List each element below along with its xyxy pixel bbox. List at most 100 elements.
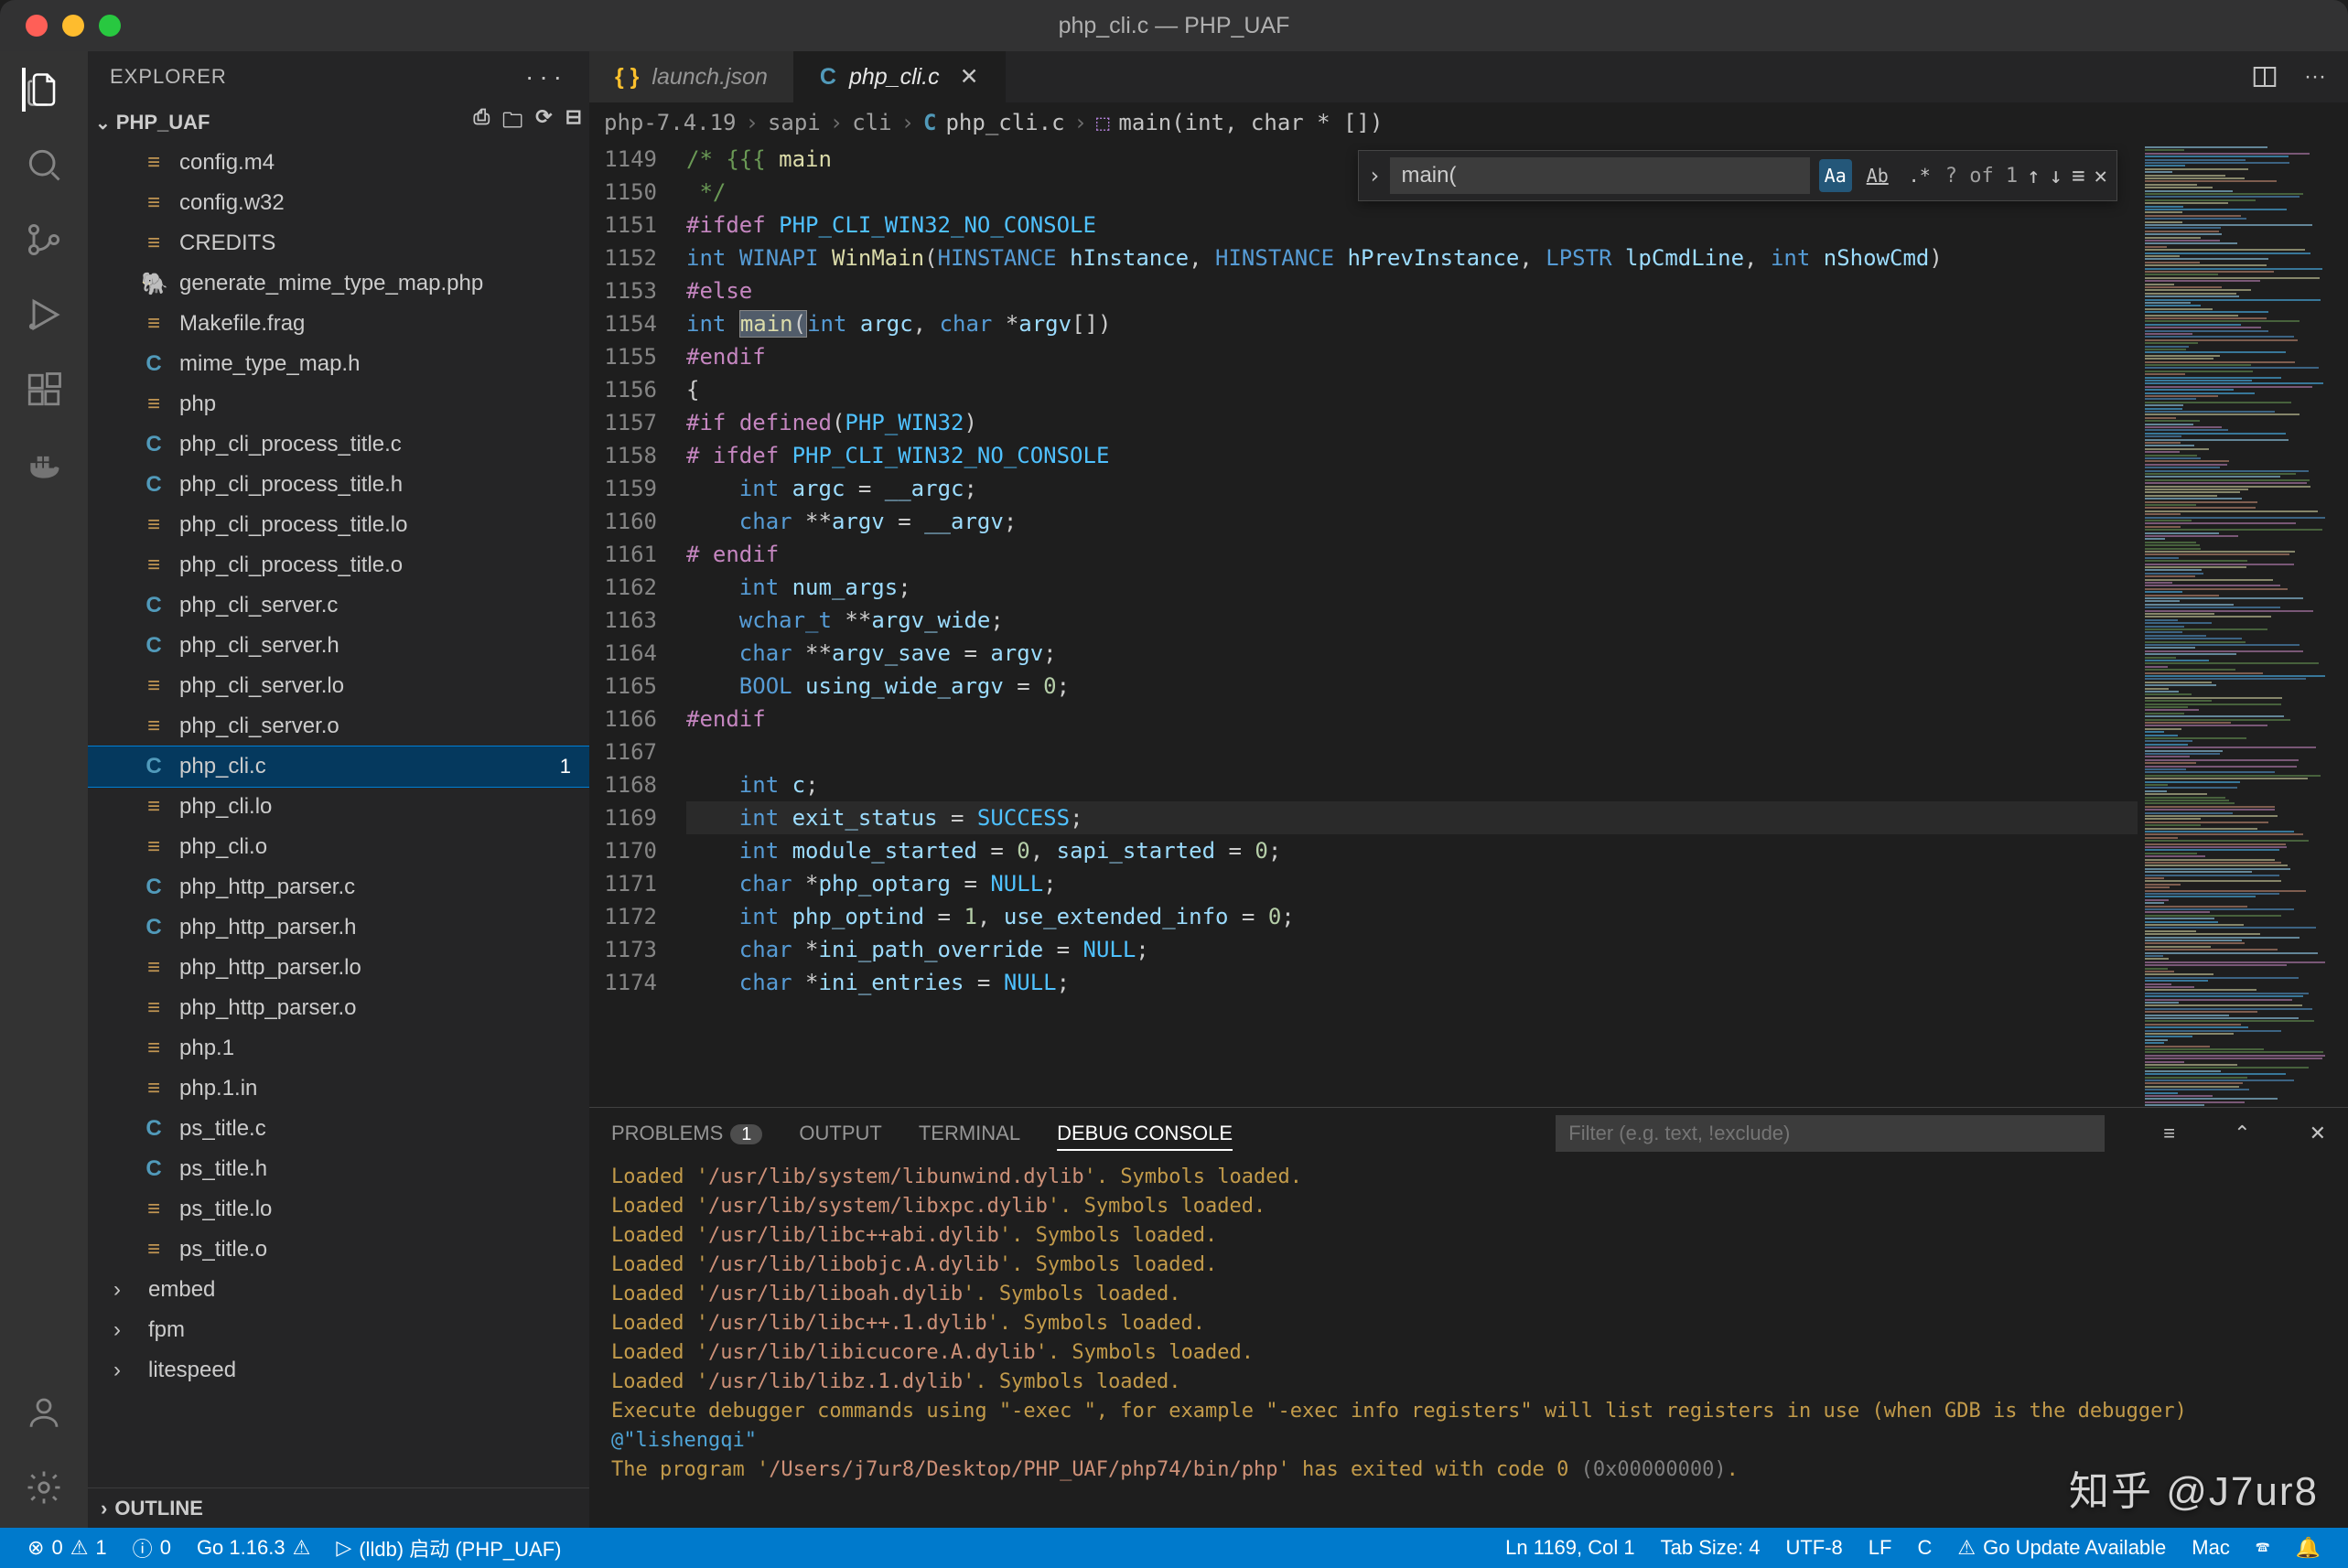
status-go[interactable]: Go 1.16.3⚠ (184, 1536, 323, 1560)
file-item[interactable]: ≡php_cli.o (88, 827, 589, 867)
status-debug-target[interactable]: ▷ (lldb) 启动 (PHP_UAF) (323, 1533, 574, 1563)
tab-debug-console[interactable]: DEBUG CONSOLE (1057, 1122, 1233, 1145)
close-window-button[interactable] (26, 15, 48, 37)
status-go-update[interactable]: ⚠ Go Update Available (1944, 1536, 2179, 1560)
find-expand-icon[interactable]: › (1368, 163, 1381, 188)
tab-more-icon[interactable]: ··· (2304, 64, 2326, 90)
breadcrumbs[interactable]: php-7.4.19› sapi› cli› C php_cli.c› ⬚ ma… (589, 102, 2348, 143)
collapse-icon[interactable]: ⊟ (565, 105, 582, 140)
crumb-file[interactable]: php_cli.c (945, 110, 1064, 135)
tab-file-icon: C (820, 64, 836, 91)
file-item[interactable]: ≡php_cli.lo (88, 787, 589, 827)
chevron-right-icon: › (113, 1358, 135, 1383)
accounts-icon[interactable] (22, 1391, 66, 1434)
settings-gear-icon[interactable] (22, 1466, 66, 1509)
file-item[interactable]: ≡config.m4 (88, 143, 589, 183)
status-encoding[interactable]: UTF-8 (1772, 1536, 1855, 1560)
file-label: ps_title.c (179, 1116, 266, 1142)
match-case-toggle[interactable]: Aa (1819, 159, 1852, 192)
status-errors[interactable]: ⊗ 0 ⚠ 1 (15, 1536, 120, 1560)
folder-item[interactable]: ›embed (88, 1270, 589, 1310)
crumb[interactable]: php-7.4.19 (604, 110, 737, 135)
file-item[interactable]: ≡php_cli_process_title.o (88, 545, 589, 585)
panel-view-icon[interactable]: ≡ (2163, 1122, 2175, 1145)
match-word-toggle[interactable]: Ab (1861, 159, 1894, 192)
sidebar-title: EXPLORER (110, 65, 227, 89)
status-feedback-icon[interactable]: 🕿 (2243, 1536, 2283, 1560)
file-item[interactable]: Cphp_http_parser.h (88, 908, 589, 948)
file-item[interactable]: ≡php_cli_process_title.lo (88, 505, 589, 545)
file-item[interactable]: Cmime_type_map.h (88, 344, 589, 384)
minimap[interactable] (2138, 143, 2348, 1107)
file-item[interactable]: ≡php_cli_server.lo (88, 666, 589, 706)
status-cursor[interactable]: Ln 1169, Col 1 (1492, 1536, 1647, 1560)
editor-tab[interactable]: { }launch.json (589, 51, 794, 102)
crumb-symbol[interactable]: main(int, char * []) (1118, 110, 1383, 135)
file-item[interactable]: ≡php (88, 384, 589, 424)
file-item[interactable]: ≡php.1.in (88, 1069, 589, 1109)
split-editor-icon[interactable] (2251, 63, 2278, 91)
status-language[interactable]: C (1904, 1536, 1944, 1560)
tab-terminal[interactable]: TERMINAL (919, 1122, 1020, 1145)
panel-filter-input[interactable] (1556, 1115, 2105, 1152)
panel-collapse-icon[interactable]: ⌃ (2234, 1122, 2250, 1145)
file-item[interactable]: Cphp_cli.c1 (88, 746, 589, 787)
editor-tab[interactable]: Cphp_cli.c✕ (794, 51, 1006, 102)
panel-close-icon[interactable]: ✕ (2310, 1122, 2326, 1145)
outline-section[interactable]: › OUTLINE (88, 1487, 589, 1528)
file-item[interactable]: Cphp_cli_server.h (88, 626, 589, 666)
refresh-icon[interactable]: ⟳ (535, 105, 552, 140)
status-bell-icon[interactable]: 🔔 (2283, 1536, 2333, 1560)
file-item[interactable]: ≡php_http_parser.lo (88, 948, 589, 988)
project-header[interactable]: ⌄ PHP_UAF ⎙ 🗀 ⟳ ⊟ (88, 102, 589, 143)
file-item[interactable]: Cphp_cli_server.c (88, 585, 589, 626)
code-content[interactable]: /* {{{ main */#ifdef PHP_CLI_WIN32_NO_CO… (675, 143, 2138, 1107)
minimize-window-button[interactable] (62, 15, 84, 37)
file-item[interactable]: Cps_title.h (88, 1149, 589, 1189)
status-tabsize[interactable]: Tab Size: 4 (1648, 1536, 1773, 1560)
tab-output[interactable]: OUTPUT (799, 1122, 881, 1145)
search-icon[interactable] (22, 143, 66, 187)
file-item[interactable]: Cphp_cli_process_title.c (88, 424, 589, 465)
file-item[interactable]: Cphp_http_parser.c (88, 867, 589, 908)
file-item[interactable]: 🐘generate_mime_type_map.php (88, 263, 589, 304)
maximize-window-button[interactable] (99, 15, 121, 37)
folder-item[interactable]: ›litespeed (88, 1350, 589, 1391)
new-file-icon[interactable]: ⎙ (474, 105, 490, 140)
file-item[interactable]: ≡php_cli_server.o (88, 706, 589, 746)
find-selection-icon[interactable]: ≡ (2072, 163, 2084, 188)
file-item[interactable]: ≡config.w32 (88, 183, 589, 223)
file-item[interactable]: ≡php.1 (88, 1028, 589, 1069)
status-eol[interactable]: LF (1856, 1536, 1905, 1560)
find-input[interactable] (1390, 157, 1809, 194)
file-item[interactable]: Cps_title.c (88, 1109, 589, 1149)
docker-icon[interactable] (22, 443, 66, 487)
extensions-icon[interactable] (22, 368, 66, 412)
folder-item[interactable]: ›fpm (88, 1310, 589, 1350)
file-item[interactable]: ≡ps_title.lo (88, 1189, 589, 1230)
code-editor[interactable]: 1149115011511152115311541155115611571158… (589, 143, 2348, 1107)
file-item[interactable]: ≡CREDITS (88, 223, 589, 263)
explorer-icon[interactable] (22, 68, 66, 112)
file-item[interactable]: ≡ps_title.o (88, 1230, 589, 1270)
file-item[interactable]: ≡php_http_parser.o (88, 988, 589, 1028)
file-icon: ≡ (141, 1036, 167, 1061)
file-icon: ≡ (141, 553, 167, 578)
file-item[interactable]: ≡Makefile.frag (88, 304, 589, 344)
run-debug-icon[interactable] (22, 293, 66, 337)
crumb[interactable]: cli (852, 110, 891, 135)
find-prev-icon[interactable]: ↑ (2027, 163, 2040, 188)
status-problems-ext[interactable]: ⓘ 0 (120, 1533, 184, 1563)
new-folder-icon[interactable]: 🗀 (502, 105, 522, 140)
file-item[interactable]: Cphp_cli_process_title.h (88, 465, 589, 505)
regex-toggle[interactable]: .* (1903, 159, 1936, 192)
sidebar-more-icon[interactable]: ··· (525, 62, 567, 91)
file-icon: C (141, 472, 167, 498)
find-next-icon[interactable]: ↓ (2050, 163, 2063, 188)
crumb[interactable]: sapi (768, 110, 821, 135)
find-close-icon[interactable]: ✕ (2095, 163, 2107, 188)
status-os[interactable]: Mac (2179, 1536, 2243, 1560)
source-control-icon[interactable] (22, 218, 66, 262)
tab-close-icon[interactable]: ✕ (960, 63, 979, 91)
tab-problems[interactable]: PROBLEMS1 (611, 1122, 762, 1145)
